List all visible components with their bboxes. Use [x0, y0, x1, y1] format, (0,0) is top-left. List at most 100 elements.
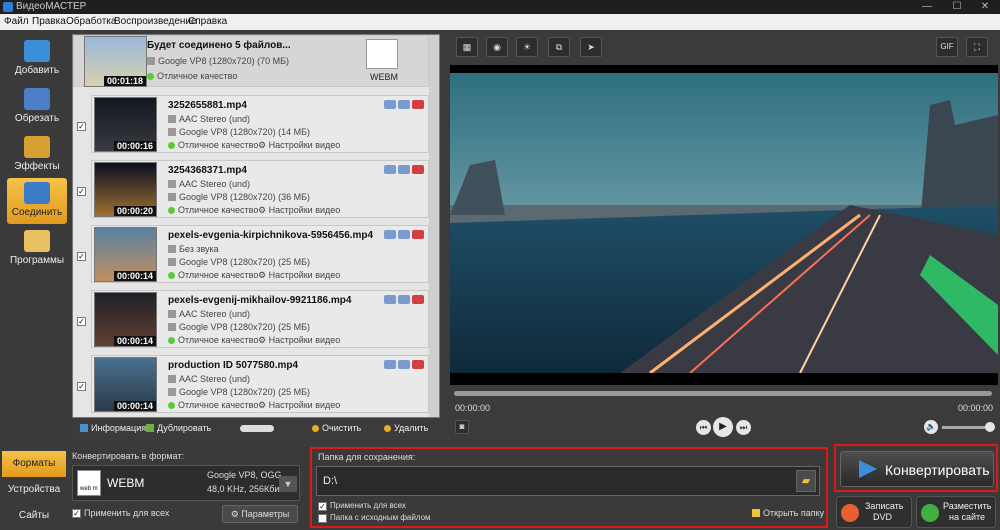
file-card[interactable]: ✓ 00:00:16 3252655881.mp4 AAC Stereo (und) G…: [77, 95, 429, 153]
close-button[interactable]: ✕: [970, 0, 1000, 14]
play-icon[interactable]: ▶: [713, 417, 733, 437]
menu-help[interactable]: Справка: [188, 16, 227, 27]
list-scrollbar[interactable]: [429, 35, 439, 417]
file-audio: AAC Stereo (und): [179, 374, 251, 384]
folder-icon[interactable]: ▰: [796, 470, 816, 492]
gear-icon: ⚙: [258, 270, 269, 280]
file-settings: Настройки видео: [268, 140, 341, 150]
fullscreen-icon[interactable]: ⛶: [966, 37, 988, 57]
remove-icon[interactable]: [412, 360, 424, 369]
duration: 00:01:18: [103, 76, 146, 86]
sidebar-label: Эффекты: [14, 161, 60, 172]
tab-sites[interactable]: Сайты: [2, 503, 66, 529]
brightness-icon[interactable]: ☀: [516, 37, 538, 57]
scissors-icon: [24, 88, 50, 110]
video-settings-link[interactable]: ⚙ Настройки видео: [258, 270, 340, 281]
sidebar-trim-button[interactable]: Обрезать: [7, 84, 67, 130]
burn-dvd-button[interactable]: Записать DVD: [836, 496, 912, 528]
file-checkbox[interactable]: ✓: [77, 187, 86, 196]
info-label: Информация: [91, 423, 147, 433]
video-icon: [168, 258, 176, 266]
move-down-icon[interactable]: [398, 360, 410, 369]
duplicate-button[interactable]: Дублировать: [146, 423, 211, 433]
snapshot-icon[interactable]: ◙: [455, 420, 469, 434]
sidebar-add-button[interactable]: Добавить: [7, 36, 67, 82]
move-up-icon[interactable]: [384, 360, 396, 369]
video-preview[interactable]: [450, 65, 998, 385]
menu-process[interactable]: Обработка: [66, 16, 116, 27]
chevron-down-icon[interactable]: ▼: [279, 476, 297, 492]
tab-devices[interactable]: Устройства: [2, 477, 66, 503]
remove-icon[interactable]: [412, 165, 424, 174]
publish-button[interactable]: Разместить на сайте: [916, 496, 996, 528]
file-checkbox[interactable]: ✓: [77, 317, 86, 326]
next-icon[interactable]: ⏭: [736, 420, 751, 435]
quality-dot-icon: [168, 142, 175, 149]
remove-icon[interactable]: [412, 230, 424, 239]
card-controls: [382, 165, 424, 177]
minimize-button[interactable]: —: [912, 0, 942, 14]
seek-bar[interactable]: [454, 391, 992, 396]
remove-icon[interactable]: [412, 100, 424, 109]
move-up-icon[interactable]: [384, 165, 396, 174]
menu-playback[interactable]: Воспроизведение: [114, 16, 197, 27]
maximize-button[interactable]: ☐: [942, 0, 972, 14]
convert-button[interactable]: Конвертировать: [840, 451, 994, 487]
params-button[interactable]: ⚙ Параметры: [222, 505, 298, 523]
video-settings-link[interactable]: ⚙ Настройки видео: [258, 335, 340, 346]
open-folder-button[interactable]: Открыть папку: [752, 508, 824, 518]
move-up-icon[interactable]: [384, 295, 396, 304]
file-checkbox[interactable]: ✓: [77, 122, 86, 131]
card-controls: [382, 100, 424, 112]
sidebar-effects-button[interactable]: Эффекты: [7, 132, 67, 178]
video-settings-link[interactable]: ⚙ Настройки видео: [258, 140, 340, 151]
move-down-icon[interactable]: [398, 230, 410, 239]
thumbnail-size-toggle[interactable]: [240, 425, 274, 432]
volume-icon[interactable]: 🔈: [924, 420, 938, 434]
film-icon[interactable]: ▦: [456, 37, 478, 57]
folder-open-icon: [752, 509, 760, 517]
sidebar-merge-button[interactable]: Соединить: [7, 178, 67, 224]
source-folder-checkbox[interactable]: [318, 514, 327, 523]
previous-icon[interactable]: ⏮: [696, 420, 711, 435]
gear-icon: ⚙: [258, 205, 269, 215]
move-down-icon[interactable]: [398, 165, 410, 174]
save-path-field[interactable]: D:\ ▰: [316, 466, 820, 496]
file-settings: Настройки видео: [268, 270, 341, 280]
file-card[interactable]: ✓ 00:00:14 pexels-evgenia-kirpichnikova-59…: [77, 225, 429, 283]
audio-icon: [168, 180, 176, 188]
file-card[interactable]: ✓ 00:00:20 3254368371.mp4 AAC Stereo (und) G…: [77, 160, 429, 218]
format-selector[interactable]: web m WEBM Google VP8, OGG 48,0 KHz, 256…: [72, 465, 300, 501]
delete-button[interactable]: Удалить: [384, 423, 428, 433]
file-checkbox[interactable]: ✓: [77, 252, 86, 261]
apply-all-checkbox[interactable]: ✓: [72, 509, 81, 518]
card-controls: [382, 295, 424, 307]
file-card[interactable]: ✓ 00:00:14 pexels-evgenij-mikhailov-992118…: [77, 290, 429, 348]
quality-dot-icon: [168, 207, 175, 214]
remove-icon[interactable]: [412, 295, 424, 304]
audio-icon: [168, 375, 176, 383]
file-checkbox[interactable]: ✓: [77, 382, 86, 391]
file-card[interactable]: ✓ 00:00:14 production ID 5077580.mp4 AAC St…: [77, 355, 429, 413]
tab-formats[interactable]: Форматы: [2, 451, 66, 477]
sidebar-programs-button[interactable]: Программы: [7, 226, 67, 272]
video-settings-link[interactable]: ⚙ Настройки видео: [258, 205, 340, 216]
merged-output-card[interactable]: 00:01:18 Будет соединено 5 файлов... Goo…: [73, 35, 429, 87]
file-thumbnail: 00:00:16: [94, 97, 157, 152]
move-down-icon[interactable]: [398, 100, 410, 109]
menu-file[interactable]: Файл: [4, 16, 29, 27]
menu-edit[interactable]: Правка: [32, 16, 66, 27]
apply-all-save-checkbox[interactable]: ✓: [318, 502, 327, 511]
crop-icon[interactable]: ⧉: [548, 37, 570, 57]
clear-button[interactable]: Очистить: [312, 423, 361, 433]
eye-icon[interactable]: ◉: [486, 37, 508, 57]
gif-button[interactable]: GIF: [936, 37, 958, 57]
move-up-icon[interactable]: [384, 230, 396, 239]
video-settings-link[interactable]: ⚙ Настройки видео: [258, 400, 340, 411]
move-up-icon[interactable]: [384, 100, 396, 109]
duration: 00:00:14: [113, 401, 156, 411]
volume-handle[interactable]: [985, 422, 995, 432]
move-down-icon[interactable]: [398, 295, 410, 304]
speed-icon[interactable]: ➤: [580, 37, 602, 57]
info-button[interactable]: Информация: [80, 423, 146, 433]
